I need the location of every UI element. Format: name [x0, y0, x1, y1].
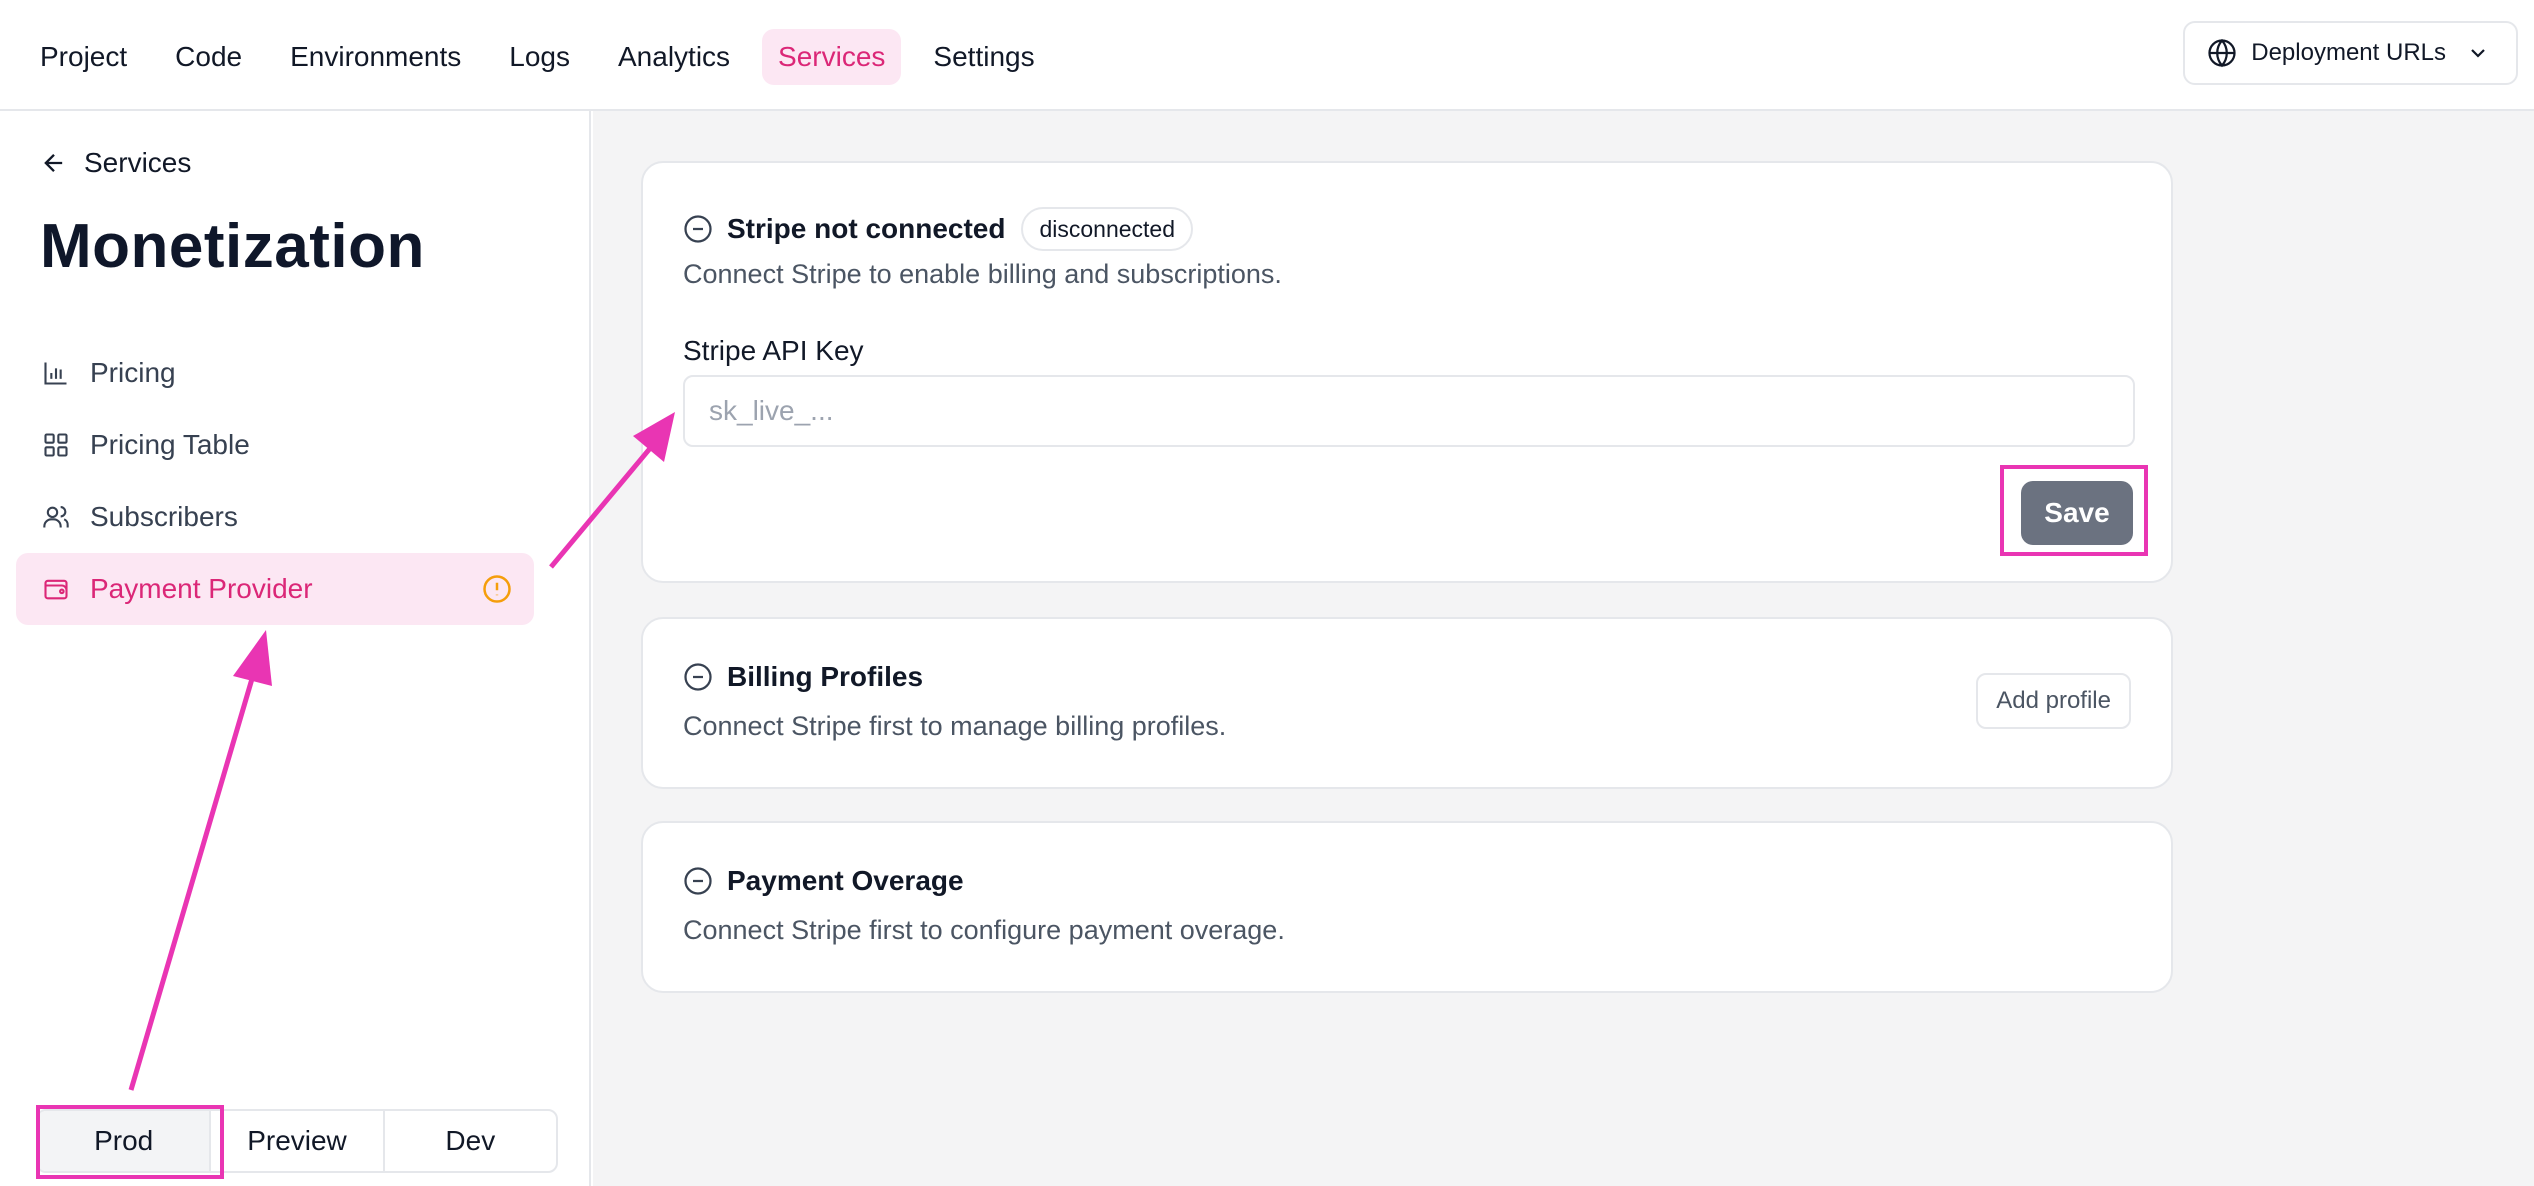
stripe-card-title: Stripe not connected: [727, 213, 1006, 244]
api-key-label: Stripe API Key: [683, 335, 864, 366]
main-content: Stripe not connected disconnected Connec…: [593, 111, 2534, 1186]
bar-chart-icon: [40, 357, 72, 389]
overage-card-description: Connect Stripe first to configure paymen…: [683, 915, 1285, 945]
stripe-card-description: Connect Stripe to enable billing and sub…: [683, 259, 1282, 289]
billing-card-title: Billing Profiles: [727, 661, 924, 692]
overage-card-title: Payment Overage: [727, 865, 964, 896]
sidebar-item-label: Payment Provider: [90, 573, 313, 604]
sidebar-menu: Pricing Pricing Table Subscribers Paymen…: [16, 337, 534, 625]
nav-code[interactable]: Code: [159, 29, 258, 85]
grid-icon: [40, 429, 72, 461]
nav-settings[interactable]: Settings: [917, 29, 1050, 85]
env-option-prod[interactable]: Prod: [38, 1111, 212, 1171]
globe-icon: [2207, 38, 2237, 68]
sidebar-item-pricing[interactable]: Pricing: [16, 337, 534, 409]
stripe-card-header: Stripe not connected disconnected: [683, 207, 1194, 251]
top-navbar: Project Code Environments Logs Analytics…: [0, 0, 2534, 111]
chevron-down-icon: [2466, 41, 2490, 65]
minus-circle-icon: [683, 662, 713, 692]
sidebar-item-payment-provider[interactable]: Payment Provider: [16, 553, 534, 625]
billing-card-description: Connect Stripe first to manage billing p…: [683, 711, 1227, 741]
users-icon: [40, 501, 72, 533]
stripe-api-key-input[interactable]: [683, 375, 2135, 447]
nav-project[interactable]: Project: [24, 29, 143, 85]
deployment-urls-dropdown[interactable]: Deployment URLs: [2183, 21, 2518, 85]
payment-overage-card: Payment Overage Connect Stripe first to …: [641, 821, 2173, 993]
sidebar-item-pricing-table[interactable]: Pricing Table: [16, 409, 534, 481]
env-option-dev[interactable]: Dev: [385, 1111, 556, 1171]
env-option-preview[interactable]: Preview: [211, 1111, 385, 1171]
nav-environments[interactable]: Environments: [274, 29, 477, 85]
stripe-connection-card: Stripe not connected disconnected Connec…: [641, 161, 2173, 583]
arrow-left-icon: [40, 149, 68, 177]
back-to-services-link[interactable]: Services: [40, 147, 191, 179]
main-nav: Project Code Environments Logs Analytics…: [24, 29, 1067, 85]
save-button[interactable]: Save: [2021, 481, 2133, 545]
minus-circle-icon: [683, 866, 713, 896]
add-profile-button[interactable]: Add profile: [1976, 673, 2131, 729]
status-badge: disconnected: [1021, 207, 1194, 251]
back-link-label: Services: [84, 147, 192, 178]
sidebar-item-subscribers[interactable]: Subscribers: [16, 481, 534, 553]
environment-switcher: Prod Preview Dev: [36, 1109, 558, 1173]
wallet-icon: [40, 573, 72, 605]
nav-logs[interactable]: Logs: [493, 29, 586, 85]
minus-circle-icon: [683, 214, 713, 244]
nav-analytics[interactable]: Analytics: [602, 29, 746, 85]
billing-profiles-card: Billing Profiles Connect Stripe first to…: [641, 617, 2173, 789]
sidebar-item-label: Subscribers: [90, 501, 238, 532]
sidebar: Services Monetization Pricing Pricing Ta…: [0, 111, 591, 1186]
sidebar-item-label: Pricing Table: [90, 429, 250, 460]
overage-card-header: Payment Overage: [683, 865, 964, 897]
nav-services[interactable]: Services: [762, 29, 902, 85]
deployment-urls-label: Deployment URLs: [2251, 39, 2446, 66]
page-title: Monetization: [40, 212, 425, 281]
warning-icon: [482, 574, 512, 604]
billing-card-header: Billing Profiles: [683, 661, 923, 693]
sidebar-item-label: Pricing: [90, 357, 176, 388]
